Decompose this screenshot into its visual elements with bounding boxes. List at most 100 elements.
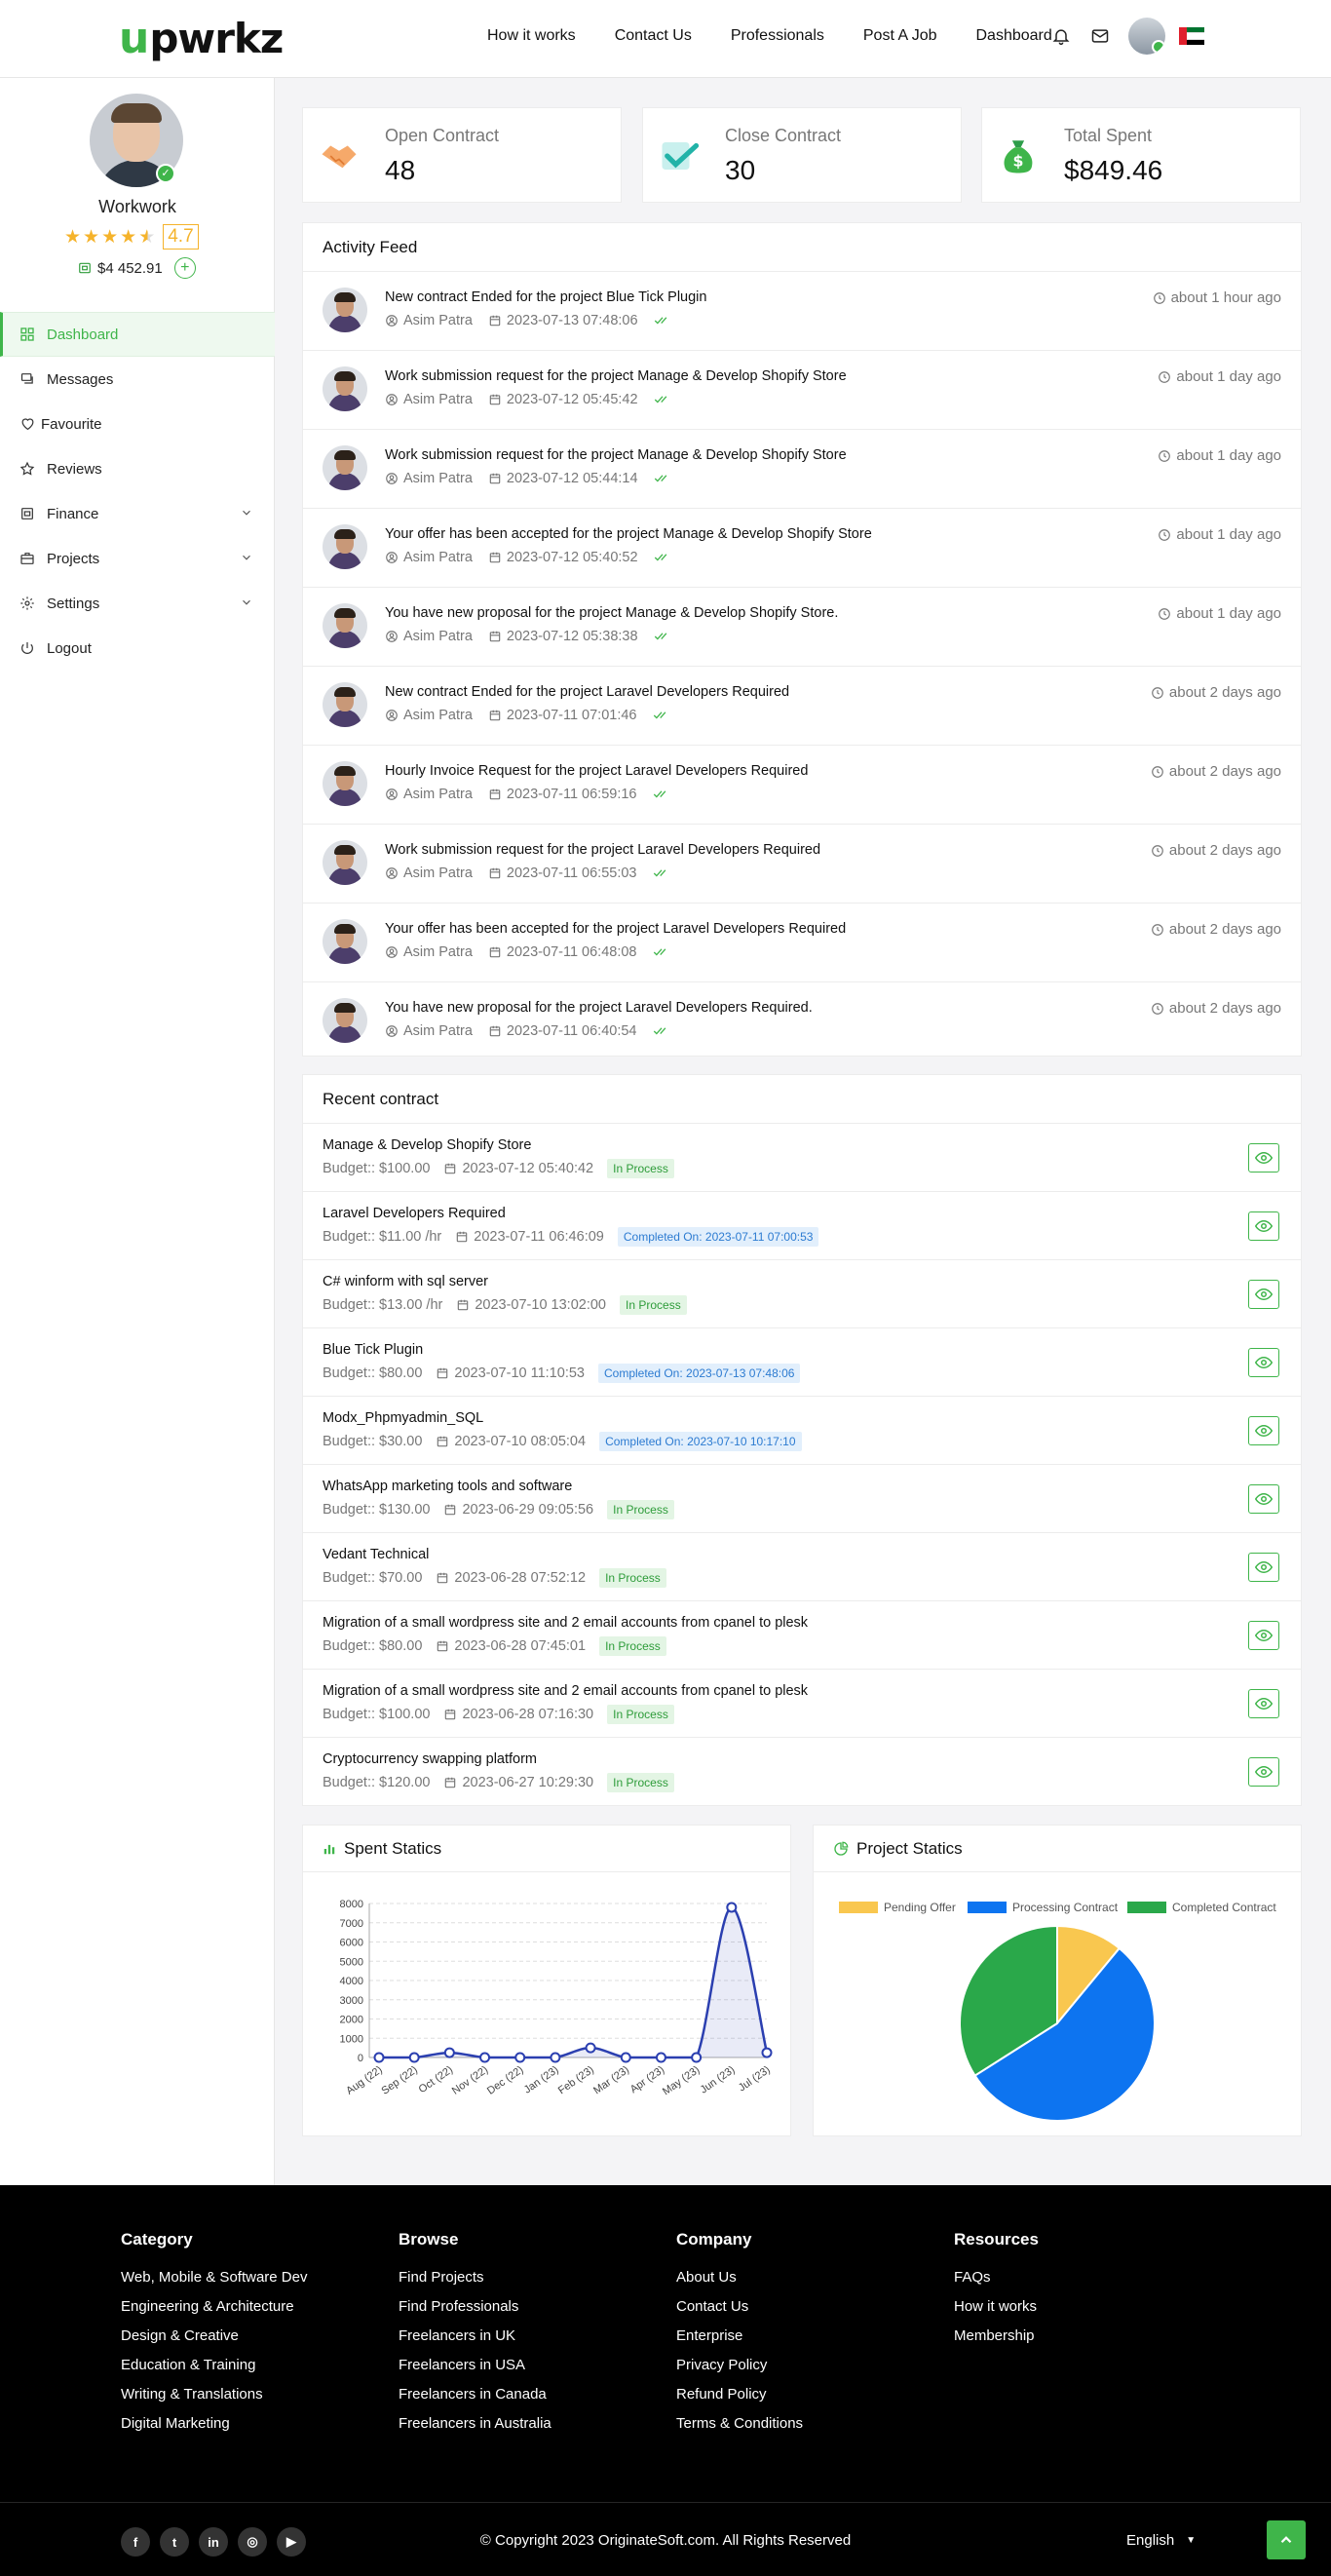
view-contract-button[interactable]: [1248, 1211, 1279, 1241]
sidebar-item-projects[interactable]: Projects: [0, 536, 275, 581]
activity-feed-item[interactable]: Work submission request for the project …: [303, 430, 1301, 509]
contract-title[interactable]: Migration of a small wordpress site and …: [323, 1615, 808, 1631]
logo[interactable]: u pwrkz: [119, 16, 284, 62]
sidebar-item-finance[interactable]: Finance: [0, 491, 275, 536]
activity-time: about 1 day ago: [1158, 605, 1281, 622]
data-point[interactable]: [585, 2042, 596, 2054]
footer-link[interactable]: How it works: [954, 2292, 1039, 2322]
view-contract-button[interactable]: [1248, 1689, 1279, 1718]
view-contract-button[interactable]: [1248, 1621, 1279, 1650]
back-to-top-button[interactable]: [1267, 2520, 1306, 2559]
footer-link[interactable]: Engineering & Architecture: [121, 2292, 307, 2322]
data-point[interactable]: [373, 2052, 385, 2063]
data-point[interactable]: [443, 2047, 455, 2058]
footer-link[interactable]: Find Professionals: [399, 2292, 551, 2322]
activity-feed-item[interactable]: Hourly Invoice Request for the project L…: [303, 746, 1301, 825]
legend-label[interactable]: Completed Contract: [1172, 1901, 1276, 1914]
contract-title[interactable]: Manage & Develop Shopify Store: [323, 1137, 531, 1153]
contract-meta: Budget:: $130.00 2023-06-29 09:05:56 In Pr…: [323, 1500, 674, 1519]
nav-post-a-job[interactable]: Post A Job: [863, 27, 937, 45]
footer-link[interactable]: Enterprise: [676, 2322, 803, 2351]
view-contract-button[interactable]: [1248, 1416, 1279, 1445]
view-contract-button[interactable]: [1248, 1143, 1279, 1173]
clock-icon: [1152, 844, 1163, 857]
mail-icon[interactable]: [1089, 25, 1111, 47]
data-point[interactable]: [514, 2052, 526, 2063]
finance-icon: [19, 506, 41, 521]
contract-title[interactable]: WhatsApp marketing tools and software: [323, 1479, 572, 1494]
footer-link[interactable]: Writing & Translations: [121, 2380, 307, 2409]
uae-flag-icon[interactable]: [1179, 27, 1204, 45]
wallet-balance: $4 452.91 +: [78, 257, 196, 279]
user-circle-icon: [386, 473, 398, 484]
bell-icon[interactable]: [1050, 25, 1072, 47]
footer-link[interactable]: Digital Marketing: [121, 2409, 307, 2439]
activity-feed-item[interactable]: You have new proposal for the project La…: [303, 982, 1301, 1061]
data-point[interactable]: [550, 2052, 561, 2063]
data-point[interactable]: [761, 2047, 773, 2058]
footer-link[interactable]: Freelancers in UK: [399, 2322, 551, 2351]
sidebar-item-reviews[interactable]: Reviews: [0, 446, 275, 491]
language-select[interactable]: English ▼: [1126, 2532, 1196, 2549]
activity-feed-item[interactable]: Work submission request for the project …: [303, 351, 1301, 430]
footer-link[interactable]: Freelancers in Australia: [399, 2409, 551, 2439]
data-point[interactable]: [479, 2052, 491, 2063]
view-contract-button[interactable]: [1248, 1484, 1279, 1514]
footer-link[interactable]: Terms & Conditions: [676, 2409, 803, 2439]
sidebar-item-favourite[interactable]: Favourite: [0, 402, 275, 446]
footer-link[interactable]: Freelancers in Canada: [399, 2380, 551, 2409]
recent-contract-title: Recent contract: [303, 1075, 1301, 1124]
messages-icon: [19, 371, 41, 387]
data-point[interactable]: [726, 1902, 738, 1913]
eye-icon: [1255, 1288, 1273, 1301]
activity-feed-item[interactable]: New contract Ended for the project Blue …: [303, 272, 1301, 351]
activity-feed-item[interactable]: New contract Ended for the project Larav…: [303, 667, 1301, 746]
contract-title[interactable]: Blue Tick Plugin: [323, 1342, 423, 1358]
footer-link[interactable]: Contact Us: [676, 2292, 803, 2322]
footer-link[interactable]: Membership: [954, 2322, 1039, 2351]
footer-link[interactable]: Find Projects: [399, 2263, 551, 2292]
activity-text: Work submission request for the project …: [385, 368, 847, 384]
sidebar-item-logout[interactable]: Logout: [0, 626, 275, 671]
rating-stars: ★ ★ ★ ★ ★ 4.7: [64, 224, 201, 250]
footer-link[interactable]: Web, Mobile & Software Dev: [121, 2263, 307, 2292]
view-contract-button[interactable]: [1248, 1553, 1279, 1582]
nav-how-it-works[interactable]: How it works: [487, 27, 576, 45]
activity-feed-item[interactable]: Your offer has been accepted for the pro…: [303, 904, 1301, 982]
contract-title[interactable]: Migration of a small wordpress site and …: [323, 1683, 808, 1699]
view-contract-button[interactable]: [1248, 1348, 1279, 1377]
footer-link[interactable]: Refund Policy: [676, 2380, 803, 2409]
contract-title[interactable]: C# winform with sql server: [323, 1274, 488, 1289]
footer-link[interactable]: About Us: [676, 2263, 803, 2292]
activity-feed-item[interactable]: Your offer has been accepted for the pro…: [303, 509, 1301, 588]
footer-link[interactable]: Design & Creative: [121, 2322, 307, 2351]
view-contract-button[interactable]: [1248, 1757, 1279, 1787]
footer-link[interactable]: FAQs: [954, 2263, 1039, 2292]
footer-column-title: Resources: [954, 2230, 1039, 2249]
data-point[interactable]: [691, 2052, 703, 2063]
legend-label[interactable]: Processing Contract: [1012, 1901, 1119, 1914]
user-avatar[interactable]: [1128, 18, 1165, 55]
sidebar-item-settings[interactable]: Settings: [0, 581, 275, 626]
contract-title[interactable]: Laravel Developers Required: [323, 1206, 506, 1221]
view-contract-button[interactable]: [1248, 1280, 1279, 1309]
contract-title[interactable]: Cryptocurrency swapping platform: [323, 1751, 537, 1767]
nav-professionals[interactable]: Professionals: [731, 27, 824, 45]
footer-link[interactable]: Privacy Policy: [676, 2351, 803, 2380]
contract-title[interactable]: Modx_Phpmyadmin_SQL: [323, 1410, 483, 1426]
footer-link[interactable]: Education & Training: [121, 2351, 307, 2380]
data-point[interactable]: [620, 2052, 631, 2063]
data-point[interactable]: [408, 2052, 420, 2063]
nav-dashboard[interactable]: Dashboard: [975, 27, 1051, 45]
nav-contact-us[interactable]: Contact Us: [615, 27, 692, 45]
contract-title[interactable]: Vedant Technical: [323, 1547, 429, 1562]
sidebar-item-dashboard[interactable]: Dashboard: [0, 312, 275, 357]
activity-feed-item[interactable]: Work submission request for the project …: [303, 825, 1301, 904]
legend-label[interactable]: Pending Offer: [884, 1901, 956, 1914]
data-point[interactable]: [655, 2052, 666, 2063]
footer-link[interactable]: Freelancers in USA: [399, 2351, 551, 2380]
sidebar-item-messages[interactable]: Messages: [0, 357, 275, 402]
activity-feed-item[interactable]: You have new proposal for the project Ma…: [303, 588, 1301, 667]
add-funds-button[interactable]: +: [173, 257, 196, 279]
contract-meta: Budget:: $80.00 2023-07-10 11:10:53 Comple…: [323, 1364, 801, 1383]
